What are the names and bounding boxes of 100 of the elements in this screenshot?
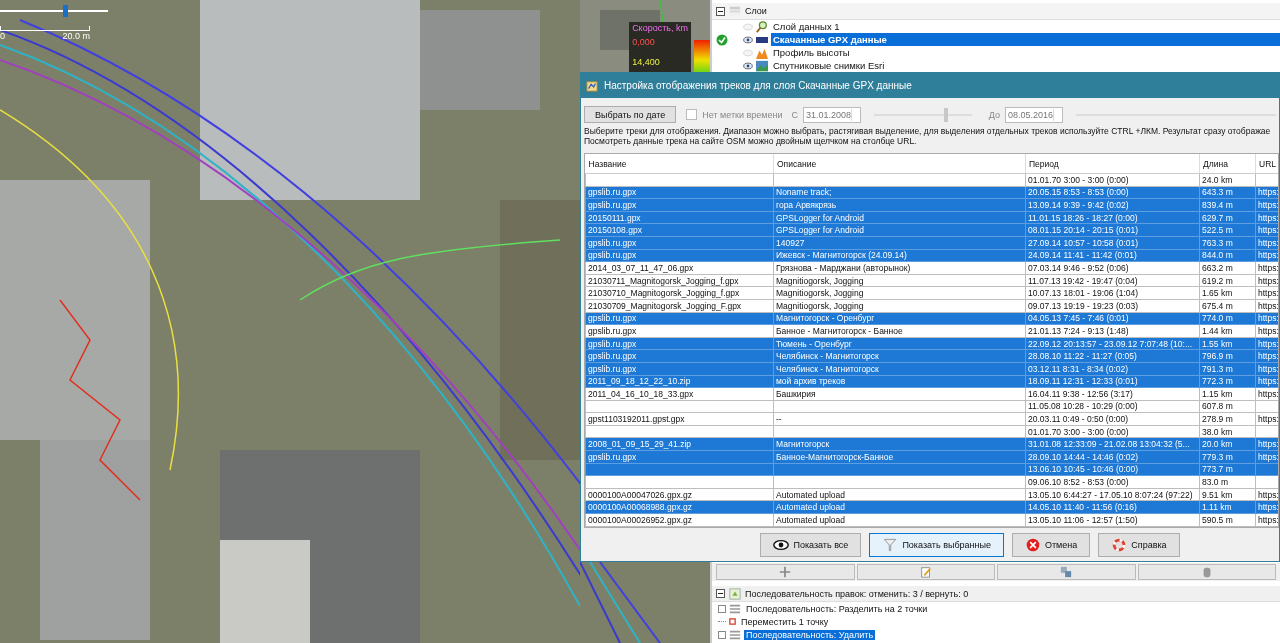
eye-icon[interactable] (743, 61, 753, 70)
scale-label: 0 (0, 31, 5, 41)
to-label: До (988, 109, 1000, 120)
layer-item[interactable]: Слой данных 1 (771, 20, 842, 33)
table-cell: 278.9 m (1199, 412, 1256, 426)
table-cell: 590.5 m (1199, 513, 1256, 527)
select-by-date-button[interactable]: Выбрать по дате (584, 106, 677, 123)
table-cell: Magnitiogorsk, Jogging (773, 299, 1026, 313)
table-cell: Automated upload (773, 513, 1026, 527)
table-cell: 21030710_Magnitogorsk_Jogging_f.gpx (585, 286, 774, 300)
app-icon (586, 79, 598, 92)
table-cell: Magnitiogorsk, Jogging (773, 274, 1026, 287)
scale-label: 20.0 m (62, 31, 90, 41)
layer-item[interactable]: Спутниковые снимки Esri (771, 59, 887, 72)
dialog-title: Настройка отображения треков для слоя Скачанные GPX данные (604, 80, 912, 91)
dialog-button[interactable]: Отмена (1011, 533, 1091, 557)
legend-value: 14,400 (632, 57, 661, 67)
dialog-button[interactable]: Показать все (760, 533, 862, 557)
funnel-icon (882, 538, 899, 552)
checkbox[interactable] (686, 109, 698, 120)
table-cell: https: (1255, 387, 1278, 401)
legend-title: Скорость, km (632, 23, 688, 33)
table-cell: 01.01.70 3:00 - 3:00 (0:00) (1025, 425, 1200, 438)
table-cell: 07.03.14 9:46 - 9:52 (0:06) (1025, 261, 1200, 275)
eye-icon[interactable] (743, 35, 753, 44)
table-cell: 21.01.13 7:24 - 9:13 (1:48) (1025, 324, 1200, 338)
column-header[interactable]: URL (1255, 154, 1278, 174)
gpx-icon (756, 36, 768, 43)
table-cell: 13.05.10 11:06 - 12:57 (1:50) (1025, 513, 1200, 527)
toolbar-button[interactable] (997, 564, 1136, 580)
hint-text: Выберите треки для отображения. Диапазон можно выбрать, растягивая выделение, для выделения отдельных треков используйте CTRL +ЛКМ. Результат сразу отображае (584, 126, 1272, 136)
table-cell: https: (1255, 274, 1278, 287)
table-cell: 11.05.08 10:28 - 10:29 (0:00) (1025, 400, 1200, 413)
table-cell: Automated upload (773, 488, 1026, 501)
table-cell: 1.15 km (1199, 387, 1256, 401)
table-cell: 10.07.13 18:01 - 19:06 (1:04) (1025, 286, 1200, 300)
table-cell: https: (1255, 261, 1278, 275)
table-cell: 0000100A00026952.gpx.gz (585, 513, 774, 527)
point-icon (729, 618, 736, 625)
expand-icon[interactable] (718, 630, 726, 639)
table-cell: 2014_03_07_11_47_06.gpx (585, 261, 774, 275)
layer-item[interactable]: Профиль высоты (771, 46, 852, 59)
table-cell: 1.65 km (1199, 286, 1256, 300)
dialog-button[interactable]: Справка (1098, 533, 1180, 557)
swap-icon (1060, 566, 1073, 578)
history-item[interactable]: Последовательность: Удалить (744, 629, 876, 640)
table-cell: Банное - Магнитогорск - Банное (773, 324, 1026, 338)
history-item[interactable]: Последовательность: Разделить на 2 точки (744, 603, 930, 614)
slider-thumb[interactable] (944, 107, 949, 122)
table-cell: 0000100A00047026.gpx.gz (585, 488, 774, 501)
elevation-icon (756, 46, 768, 59)
from-date-field[interactable]: 31.01.2008 (803, 106, 862, 123)
hint-text: Посмотреть данные трека на сайте OSM можно двойным щелчком на столбце URL. (584, 136, 918, 146)
collapse-icon[interactable] (716, 6, 725, 16)
table-cell: 663.2 m (1199, 261, 1256, 275)
table-cell: https: (1255, 412, 1278, 426)
from-label: С (791, 109, 798, 120)
cancel-icon (1024, 538, 1041, 552)
dialog-button[interactable]: Показать выбранные (869, 533, 1004, 557)
toolbar-button[interactable] (1137, 564, 1276, 580)
table-cell: 20.03.11 0:49 - 0:50 (0:00) (1025, 412, 1200, 426)
list-icon (729, 628, 741, 641)
list-icon (729, 602, 741, 615)
table-cell: https: (1255, 324, 1278, 338)
table-cell: 21030709_Magnitogorsk_Jogging_F.gpx (585, 299, 774, 313)
expand-icon[interactable] (718, 604, 726, 613)
eye-icon (773, 538, 790, 552)
zoom-slider-thumb[interactable] (62, 5, 68, 17)
collapse-icon[interactable] (716, 589, 725, 598)
table-cell: 607.8 m (1199, 400, 1256, 413)
table-cell: https: (1255, 299, 1278, 313)
column-header[interactable]: Описание (773, 154, 1026, 174)
table-cell: gpst1103192011.gpst.gpx (585, 412, 774, 426)
legend-value: 0,000 (632, 37, 656, 47)
table-cell: 16.04.11 9:38 - 12:56 (3:17) (1025, 387, 1200, 401)
table-cell: 9.51 km (1199, 488, 1256, 501)
table-cell: 09.06.10 8:52 - 8:53 (0:00) (1025, 475, 1200, 489)
layers-title: Слои (745, 6, 767, 16)
table-cell: 21030711_Magnitogorsk_Jogging_f.gpx (585, 274, 774, 287)
column-header[interactable]: Название (585, 154, 774, 174)
toolbar-button[interactable] (856, 564, 995, 580)
check-icon (716, 33, 728, 46)
table-cell: 1.44 km (1199, 324, 1256, 338)
pencil-icon (919, 566, 932, 578)
table-cell: 13.05.10 6:44:27 - 17.05.10 8:07:24 (97:22) (1025, 488, 1200, 501)
table-cell: https: (1255, 488, 1278, 501)
table-cell: 01.01.70 3:00 - 3:00 (0:00) (1025, 173, 1200, 187)
toolbar-button[interactable] (716, 564, 855, 580)
table-cell: Грязнова - Марджани (авторынок) (773, 261, 1026, 275)
layer-item[interactable]: Скачанные GPX данные (771, 33, 1280, 46)
column-header[interactable]: Длина (1199, 154, 1256, 174)
history-item[interactable]: Переместить 1 точку (739, 616, 831, 627)
checkbox-label: Нет метки времени (702, 109, 783, 120)
to-date-field[interactable]: 08.05.2016 (1004, 106, 1063, 123)
table-cell: 83.0 m (1199, 475, 1256, 489)
column-header[interactable]: Период (1025, 154, 1200, 174)
table-cell: 09.07.13 19:19 - 19:23 (0:03) (1025, 299, 1200, 313)
table-cell: https: (1255, 286, 1278, 300)
table-cell: Башкирия (773, 387, 1026, 401)
table-cell: 675.4 m (1199, 299, 1256, 313)
